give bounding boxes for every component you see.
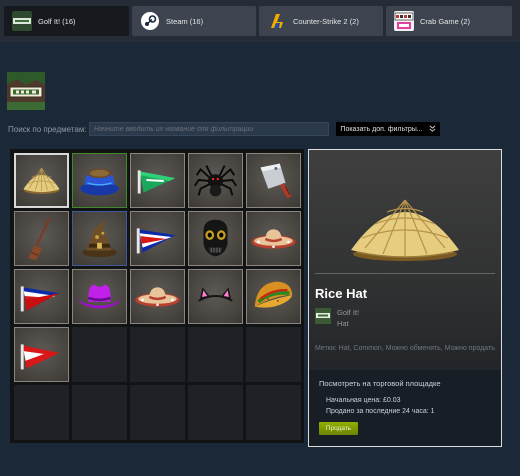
- item-game: Golf It!: [337, 308, 360, 317]
- golf-it-icon: [12, 11, 32, 31]
- rice-hat-large-icon: [351, 199, 459, 261]
- item-slot-spider[interactable]: [188, 153, 243, 208]
- item-slot-taco[interactable]: [246, 269, 301, 324]
- counter-strike-icon: [267, 11, 287, 31]
- item-slot-purple-cowboy-hat[interactable]: [72, 269, 127, 324]
- item-slot-broom[interactable]: [14, 211, 69, 266]
- wizard-hat-icon: [82, 219, 117, 258]
- item-slot-wizard-hat[interactable]: [72, 211, 127, 266]
- taco-icon: [254, 281, 293, 308]
- tab-counter-strike[interactable]: Counter-Strike 2 (2): [259, 6, 383, 36]
- item-slot-green-pennant[interactable]: [130, 153, 185, 208]
- item-tags: Метки: Hat, Common, Можно обменять, Можн…: [315, 345, 495, 352]
- golf-it-icon: [315, 308, 331, 324]
- item-slot-costa-rica-flag[interactable]: [130, 211, 185, 266]
- item-detail-header: Rice Hat Golf It! Hat Метки: Hat, Common…: [309, 150, 501, 370]
- sell-button[interactable]: Продать: [319, 422, 358, 435]
- blue-bowl-hat-icon: [80, 168, 119, 196]
- cat-ears-icon: [198, 287, 233, 302]
- item-slot-cat-ears[interactable]: [188, 269, 243, 324]
- item-slot-cleaver[interactable]: [246, 153, 301, 208]
- item-slot-sombrero-2[interactable]: [130, 269, 185, 324]
- tab-label: Counter-Strike 2 (2): [293, 16, 359, 26]
- empty-slot: [188, 385, 243, 440]
- cleaver-icon: [260, 163, 292, 199]
- game-logo: [7, 72, 45, 110]
- broom-icon: [28, 217, 51, 261]
- france-flag-icon: [20, 286, 60, 312]
- skull-mask-icon: [203, 219, 228, 257]
- item-slot-blue-bowl-hat[interactable]: [72, 153, 127, 208]
- steam-icon: [140, 11, 160, 31]
- empty-slot: [14, 385, 69, 440]
- tab-crab-game[interactable]: Crab Game (2): [386, 6, 512, 36]
- tab-label: Steam (16): [166, 16, 204, 26]
- green-pennant-icon: [137, 170, 176, 194]
- empty-slot: [188, 327, 243, 382]
- sombrero-icon: [251, 229, 296, 249]
- search-label: Поиск по предметам:: [8, 125, 87, 134]
- tab-steam[interactable]: Steam (16): [132, 6, 256, 36]
- item-slot-skull-mask[interactable]: [188, 211, 243, 266]
- inventory-tab-bar: Golf It! (16) Steam (16) Counter-Strike …: [0, 0, 520, 42]
- costa-rica-flag-icon: [136, 228, 176, 254]
- empty-slot: [130, 385, 185, 440]
- item-slot-rice-hat[interactable]: [14, 153, 69, 208]
- item-slot-red-white-flag[interactable]: [14, 327, 69, 382]
- rice-hat-icon: [23, 167, 60, 194]
- tab-label: Golf It! (16): [38, 16, 76, 26]
- purple-cowboy-hat-icon: [77, 284, 122, 309]
- item-type: Hat: [337, 319, 349, 328]
- item-name: Rice Hat: [315, 286, 368, 301]
- sombrero-icon: [135, 287, 180, 307]
- search-input[interactable]: [89, 122, 329, 136]
- empty-slot: [72, 385, 127, 440]
- double-chevron-down-icon: [429, 125, 436, 134]
- item-detail-panel: Rice Hat Golf It! Hat Метки: Hat, Common…: [308, 149, 502, 447]
- empty-slot: [72, 327, 127, 382]
- empty-slot: [246, 385, 301, 440]
- show-filters-button[interactable]: Показать доп. фильтры...: [336, 122, 440, 136]
- crab-game-icon: [394, 11, 414, 31]
- tab-golf-it[interactable]: Golf It! (16): [4, 6, 129, 36]
- item-slot-france-flag[interactable]: [14, 269, 69, 324]
- empty-slot: [130, 327, 185, 382]
- tab-label: Crab Game (2): [420, 16, 471, 26]
- show-filters-label: Показать доп. фильтры...: [340, 125, 423, 133]
- inventory-grid: [10, 149, 304, 443]
- detail-divider: [315, 273, 495, 274]
- empty-slot: [246, 327, 301, 382]
- market-info-box: Посмотреть на торговой площадке Начальна…: [309, 370, 501, 446]
- sold-last-24h: Продано за последние 24 часа: 1: [326, 408, 435, 415]
- item-slot-sombrero[interactable]: [246, 211, 301, 266]
- spider-icon: [193, 165, 238, 197]
- starting-price: Начальная цена: £0.03: [326, 397, 401, 404]
- red-white-flag-icon: [20, 344, 60, 370]
- view-in-market-link[interactable]: Посмотреть на торговой площадке: [319, 379, 441, 388]
